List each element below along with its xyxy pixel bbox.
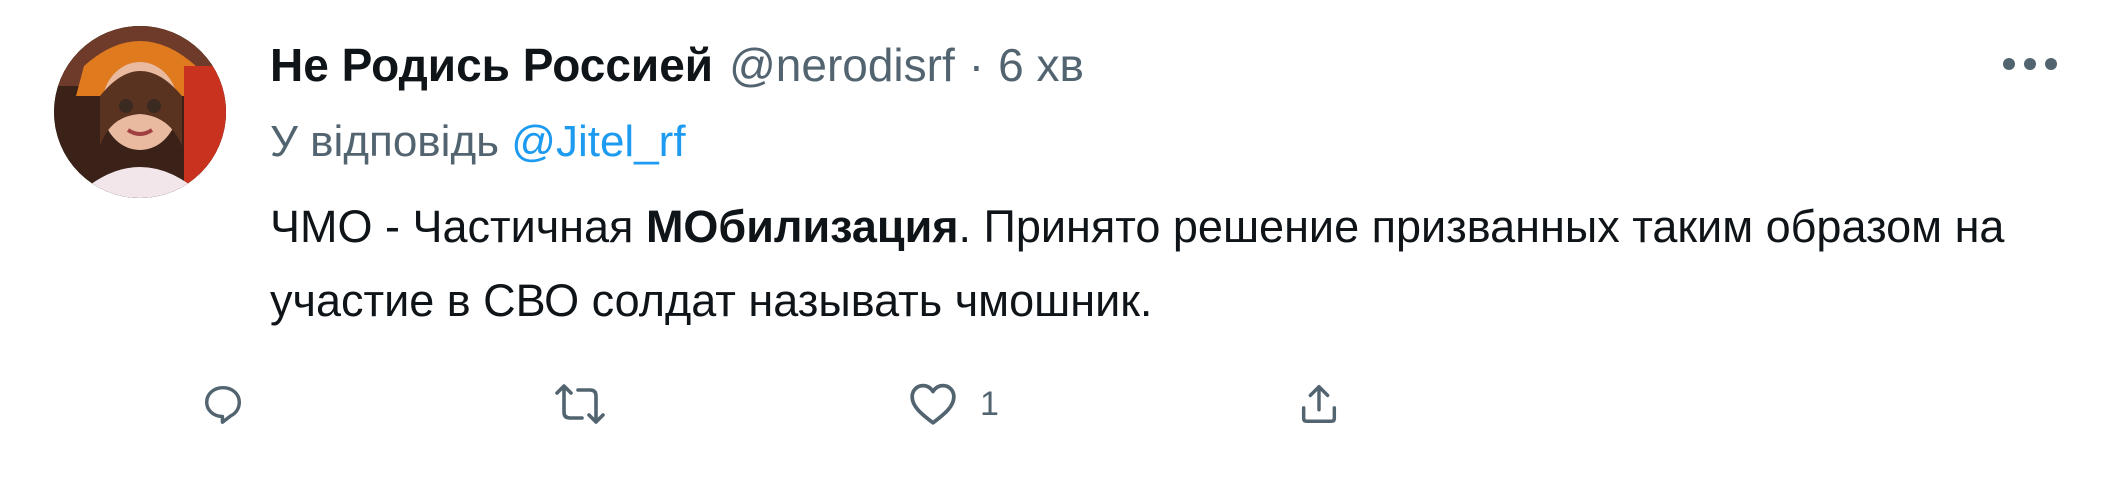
avatar-image	[54, 26, 226, 198]
more-options-button[interactable]	[1990, 38, 2070, 90]
reply-icon	[204, 385, 242, 424]
heart-icon	[910, 383, 956, 425]
like-count: 1	[980, 384, 999, 423]
tweet-card[interactable]: Не Родись Россией @nerodisrf · 6 хв У ві…	[0, 0, 2102, 500]
reply-button[interactable]	[200, 366, 246, 442]
tweet-header: Не Родись Россией @nerodisrf · 6 хв	[270, 30, 1084, 100]
avatar[interactable]	[54, 26, 226, 198]
tweet-timestamp[interactable]: 6 хв	[998, 35, 1084, 95]
author-name[interactable]: Не Родись Россией	[270, 35, 713, 95]
author-handle[interactable]: @nerodisrf	[729, 35, 955, 95]
share-button[interactable]	[1296, 366, 1342, 442]
share-icon	[1301, 385, 1337, 423]
separator-dot: ·	[968, 39, 985, 91]
like-button[interactable]: 1	[908, 366, 999, 442]
retweet-icon	[555, 384, 605, 424]
tweet-text-part1: ЧМО - Частичная	[270, 201, 646, 252]
reply-context: У відповідь @Jitel_rf	[270, 112, 686, 172]
reply-prefix: У відповідь	[270, 117, 500, 166]
reply-mention-link[interactable]: @Jitel_rf	[511, 117, 685, 166]
tweet-text: ЧМО - Частичная МОбилизация. Принято реш…	[270, 190, 2050, 338]
action-bar: 1	[204, 366, 1820, 442]
retweet-button[interactable]	[554, 366, 606, 442]
more-icon	[2003, 58, 2057, 70]
tweet-text-bold: МОбилизация	[645, 201, 959, 252]
